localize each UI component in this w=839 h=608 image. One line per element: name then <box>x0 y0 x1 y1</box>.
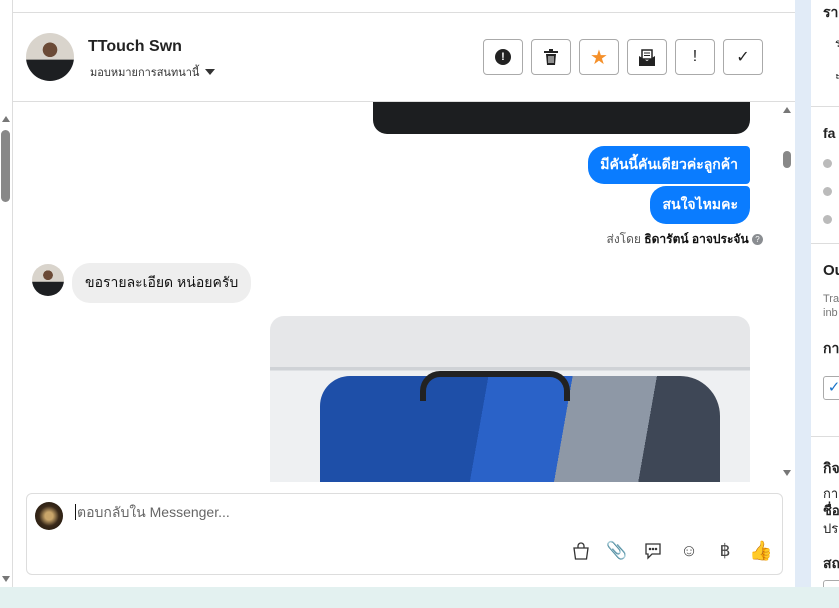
detail-text: ร <box>835 38 839 50</box>
clock-icon <box>823 159 832 168</box>
exclamation-icon: ! <box>692 48 698 65</box>
assign-dropdown[interactable]: มอบหมายการสนทนานี้ <box>90 63 216 81</box>
section-title: รา <box>823 4 839 20</box>
image-attachment[interactable] <box>373 102 750 134</box>
trash-icon <box>544 49 558 65</box>
details-panel: รา ร ะ fa Ou Tra inb กา ✓ กิจ กา ชื่อ ปร… <box>811 0 839 587</box>
detail-text: inb <box>823 307 838 319</box>
conversation-panel: TTouch Swn มอบหมายการสนทนานี้ ! ★ ! ✓ มี… <box>13 0 795 587</box>
avatar[interactable] <box>26 33 74 81</box>
car-photo[interactable] <box>270 316 750 482</box>
field-label: กา <box>823 340 839 356</box>
divider <box>811 436 839 437</box>
assign-label: มอบหมายการสนทนานี้ <box>90 67 200 79</box>
detail-text: ะ <box>835 70 839 82</box>
left-column <box>0 0 13 587</box>
location-icon <box>823 187 832 196</box>
detail-text: Tra <box>823 293 839 305</box>
conversation-header: TTouch Swn มอบหมายการสนทนานี้ ! ★ ! ✓ <box>13 13 795 102</box>
field-label: สถ <box>823 555 839 571</box>
emoji-icon[interactable]: ☺ <box>678 540 700 562</box>
shopping-bag-icon[interactable] <box>570 540 592 562</box>
contact-avatar <box>32 264 64 296</box>
page-avatar <box>35 502 63 530</box>
spam-button[interactable]: ! <box>483 39 523 75</box>
section-title: fa <box>823 125 836 141</box>
scroll-down-arrow[interactable] <box>783 470 791 476</box>
panel-gap <box>795 0 811 587</box>
divider <box>811 106 839 107</box>
status-select[interactable] <box>823 580 839 587</box>
done-button[interactable]: ✓ <box>723 39 763 75</box>
scroll-up-arrow[interactable] <box>2 116 10 122</box>
thumbs-up-icon[interactable]: 👍 <box>749 540 773 562</box>
scroll-down-arrow[interactable] <box>2 576 10 582</box>
scroll-up-arrow[interactable] <box>783 107 791 113</box>
mark-unread-button[interactable] <box>627 39 667 75</box>
chat-bubble-icon[interactable] <box>642 540 664 562</box>
baht-icon[interactable]: ฿ <box>714 540 736 562</box>
scrollbar-thumb[interactable] <box>1 130 10 202</box>
sender-name: ธิดารัตน์ อาจประจัน <box>644 232 749 246</box>
outgoing-message[interactable]: สนใจไหมคะ <box>650 186 750 224</box>
follow-up-button[interactable]: ! <box>675 39 715 75</box>
star-button[interactable]: ★ <box>579 39 619 75</box>
check-icon: ✓ <box>736 49 750 66</box>
reply-composer: 📎 ☺ ฿ 👍 <box>26 493 783 575</box>
contact-name[interactable]: TTouch Swn <box>88 38 182 56</box>
reply-input[interactable] <box>75 504 755 520</box>
help-icon[interactable]: ? <box>752 234 763 246</box>
star-icon: ★ <box>590 46 608 69</box>
detail-text: ประ <box>823 521 839 536</box>
delete-button[interactable] <box>531 39 571 75</box>
scrollbar-thumb[interactable] <box>783 151 791 168</box>
divider <box>811 243 839 244</box>
section-title: Ou <box>823 262 839 279</box>
checkbox[interactable]: ✓ <box>823 376 839 400</box>
location-icon <box>823 215 832 224</box>
paperclip-icon[interactable]: 📎 <box>606 540 628 562</box>
alert-circle-icon: ! <box>495 49 511 65</box>
outgoing-message[interactable]: มีคันนี้คันเดียวค่ะลูกค้า <box>588 146 750 184</box>
section-title: กิจ <box>823 460 839 476</box>
message-list[interactable]: มีคันนี้คันเดียวค่ะลูกค้า สนใจไหมคะ ส่งโ… <box>13 102 795 482</box>
caret-down-icon <box>205 69 216 75</box>
envelope-open-icon <box>639 48 655 66</box>
sent-by: ส่งโดย ธิดารัตน์ อาจประจัน ? <box>606 230 763 249</box>
sent-by-prefix: ส่งโดย <box>606 232 641 246</box>
incoming-message[interactable]: ขอรายละเอียด หน่อยครับ <box>72 263 252 303</box>
rollbar-shape <box>420 371 570 401</box>
